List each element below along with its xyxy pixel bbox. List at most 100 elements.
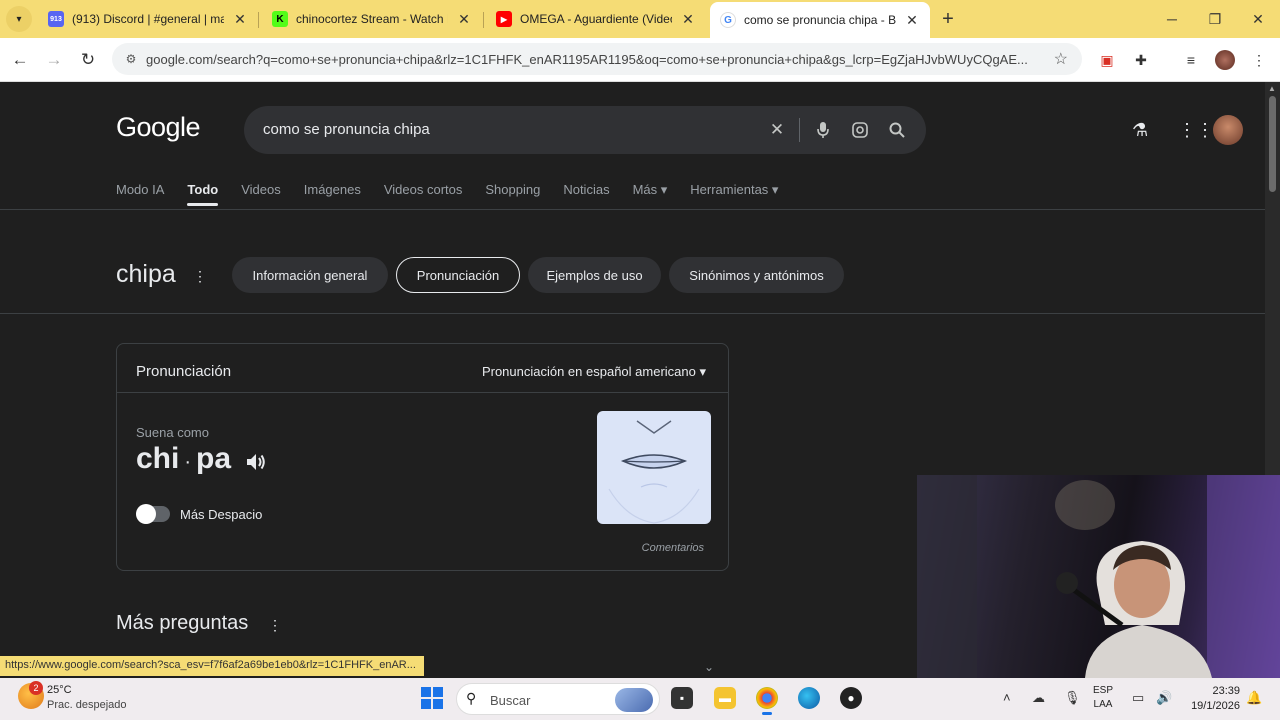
search-highlight-image <box>615 688 653 712</box>
microphone-tray-icon[interactable]: 🎙 <box>1064 690 1081 706</box>
close-icon[interactable]: ✕ <box>904 12 920 29</box>
tools-button[interactable]: Herramientas ▾ <box>690 182 778 198</box>
chevron-down-icon[interactable]: ⌄ <box>704 660 714 674</box>
tab-kick-stream[interactable]: K chinocortez Stream - Watch Liv ✕ <box>262 4 482 34</box>
system-clock[interactable]: 23:39 19/1/2026 <box>1187 684 1240 714</box>
tab-shopping[interactable]: Shopping <box>485 182 540 198</box>
notifications-bell-icon[interactable]: 🔔 <box>1246 690 1262 706</box>
tab-imagenes[interactable]: Imágenes <box>304 182 361 198</box>
syllable: pa <box>196 442 232 475</box>
slow-toggle-label: Más Despacio <box>180 507 263 522</box>
scroll-up-arrow-icon[interactable]: ▲ <box>1268 84 1276 93</box>
slow-toggle[interactable] <box>136 504 170 524</box>
toggle-knob <box>136 504 156 524</box>
browser-menu-icon[interactable]: ⋮ <box>1249 50 1269 70</box>
media-controls-icon[interactable]: ≡ <box>1181 50 1201 70</box>
tab-search-menu-button[interactable]: ▾ <box>6 6 32 32</box>
dialect-dropdown[interactable]: Pronunciación en español americano ▾ <box>482 364 706 380</box>
tab-google-search[interactable]: G como se pronuncia chipa - Bus ✕ <box>710 2 930 38</box>
tab-discord[interactable]: 913 (913) Discord | #general | maldi ✕ <box>38 4 258 34</box>
edge-icon[interactable] <box>798 687 820 709</box>
tab-title: chinocortez Stream - Watch Liv <box>296 12 448 26</box>
tab-modo-ia[interactable]: Modo IA <box>116 182 164 198</box>
tab-youtube[interactable]: ▶ OMEGA - Aguardiente (Video o ✕ <box>486 4 706 34</box>
volume-icon[interactable]: 🔊 <box>1156 690 1172 706</box>
more-questions-options-icon[interactable]: ⋮ <box>268 617 282 634</box>
tab-mas[interactable]: Más ▾ <box>633 182 668 198</box>
mouth-animation-image[interactable] <box>597 411 711 524</box>
restore-button[interactable]: ❐ <box>1193 0 1237 38</box>
kick-icon: K <box>272 11 288 27</box>
chip-informacion-general[interactable]: Información general <box>232 257 388 293</box>
syllable: chi <box>136 442 180 475</box>
profile-avatar[interactable] <box>1215 50 1235 70</box>
tab-divider <box>258 12 259 28</box>
labs-flask-icon[interactable]: ⚗ <box>1132 120 1148 141</box>
language-code: ESP <box>1093 685 1114 696</box>
search-box[interactable]: como se pronuncia chipa ✕ <box>244 106 926 154</box>
extension-icon[interactable]: ▣ <box>1097 50 1117 70</box>
language-indicator[interactable]: ESP LAA <box>1093 684 1113 712</box>
minimize-button[interactable]: ─ <box>1150 0 1194 38</box>
sounds-like-label: Suena como <box>136 425 209 440</box>
tab-videos[interactable]: Videos <box>241 182 281 198</box>
close-icon[interactable]: ✕ <box>680 11 696 28</box>
card-divider <box>117 392 728 393</box>
tab-todo[interactable]: Todo <box>187 182 218 206</box>
phonetic-spelling: chi · pa <box>136 442 231 476</box>
weather-condition[interactable]: Prac. despejado <box>47 699 127 711</box>
card-title: Pronunciación <box>136 363 232 380</box>
clock-date: 19/1/2026 <box>1191 700 1240 712</box>
close-icon[interactable]: ✕ <box>456 11 472 28</box>
close-icon[interactable]: ✕ <box>232 11 248 28</box>
search-query[interactable]: como se pronuncia chipa <box>263 121 430 138</box>
windows-start-icon[interactable] <box>421 687 443 709</box>
chrome-icon[interactable] <box>756 687 778 715</box>
temperature[interactable]: 25°C <box>47 684 72 696</box>
tab-divider <box>483 12 484 28</box>
task-view-icon[interactable]: ▪ <box>671 687 693 709</box>
tab-title: como se pronuncia chipa - Bus <box>744 13 896 27</box>
forward-button[interactable]: → <box>40 46 68 74</box>
tab-videos-cortos[interactable]: Videos cortos <box>384 182 463 198</box>
tab-noticias[interactable]: Noticias <box>563 182 609 198</box>
windows-taskbar: 2 25°C Prac. despejado ⚲ Buscar ▪ ▬ ● ˄ … <box>0 678 1280 720</box>
reload-button[interactable]: ↻ <box>74 46 102 74</box>
show-hidden-icons-chevron-icon[interactable]: ˄ <box>1003 690 1011 705</box>
notification-badge: 2 <box>29 681 43 695</box>
back-button[interactable]: ← <box>6 46 34 74</box>
chip-ejemplos-de-uso[interactable]: Ejemplos de uso <box>528 257 661 293</box>
scrollbar-thumb[interactable] <box>1269 96 1276 192</box>
google-logo[interactable]: Google <box>116 112 201 143</box>
cloud-offline-icon[interactable]: ☁ <box>1032 690 1045 706</box>
network-icon[interactable]: ▭ <box>1132 690 1144 706</box>
microphone-icon[interactable] <box>812 119 834 141</box>
discord-icon: 913 <box>48 11 64 27</box>
clear-search-icon[interactable]: ✕ <box>766 119 788 141</box>
taskbar-search[interactable]: ⚲ Buscar <box>456 683 660 715</box>
search-icon[interactable] <box>886 119 908 141</box>
youtube-icon: ▶ <box>496 11 512 27</box>
feedback-link[interactable]: Comentarios <box>642 542 704 554</box>
word-more-options-icon[interactable]: ⋮ <box>193 268 207 285</box>
extensions-puzzle-icon[interactable]: ✚ <box>1131 50 1151 70</box>
url-text[interactable]: google.com/search?q=como+se+pronuncia+ch… <box>146 52 1036 67</box>
close-window-button[interactable]: ✕ <box>1236 0 1280 38</box>
tab-strip: ▾ 913 (913) Discord | #general | maldi ✕… <box>0 0 1280 38</box>
file-explorer-icon[interactable]: ▬ <box>714 687 736 709</box>
search-divider <box>799 118 800 142</box>
lens-camera-icon[interactable] <box>849 119 871 141</box>
chip-pronunciacion[interactable]: Pronunciación <box>396 257 520 293</box>
site-info-icon[interactable]: ⚙ <box>116 52 146 66</box>
speaker-icon[interactable] <box>244 450 268 474</box>
account-avatar[interactable] <box>1213 115 1243 145</box>
new-tab-button[interactable]: + <box>937 8 959 30</box>
address-bar[interactable]: ⚙ google.com/search?q=como+se+pronuncia+… <box>112 43 1082 75</box>
clock-time: 23:39 <box>1212 685 1240 697</box>
chip-sinonimos[interactable]: Sinónimos y antónimos <box>669 257 844 293</box>
result-word: chipa <box>116 260 176 288</box>
header-divider <box>0 209 1265 210</box>
search-icon: ⚲ <box>466 690 477 706</box>
bookmark-star-icon[interactable]: ☆ <box>1054 49 1068 69</box>
obs-studio-icon[interactable]: ● <box>840 687 862 709</box>
